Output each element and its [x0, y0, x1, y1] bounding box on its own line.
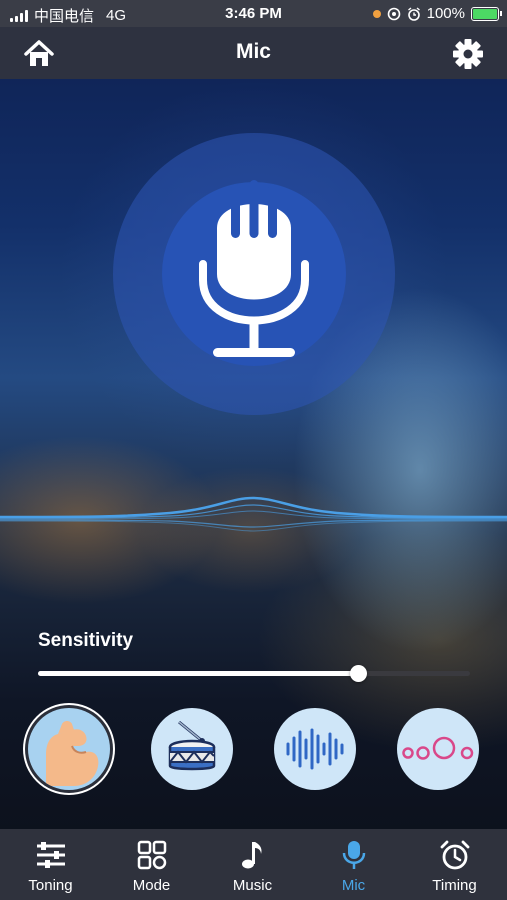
circles-icon: [402, 736, 474, 760]
grid-icon: [137, 840, 167, 870]
music-note-icon: [242, 842, 262, 869]
sound-wave-visual: [0, 496, 507, 532]
sliders-icon: [37, 842, 65, 868]
sensitivity-slider[interactable]: [38, 662, 470, 686]
battery-charging-icon: [471, 6, 502, 21]
battery-percent: 100%: [426, 5, 465, 22]
slider-thumb[interactable]: [349, 665, 367, 682]
alarm-icon: [407, 6, 420, 21]
sensitivity-label: Sensitivity: [38, 630, 134, 651]
sound-wave-icon: [286, 728, 344, 770]
tab-label: Toning: [28, 877, 73, 894]
drum-icon: [168, 720, 216, 771]
tab-timing[interactable]: Timing: [404, 829, 505, 900]
tab-music[interactable]: Music: [202, 829, 303, 900]
alarm-clock-icon: [440, 840, 470, 870]
tab-toning[interactable]: Toning: [0, 829, 101, 900]
slider-fill: [38, 671, 358, 676]
microphone-icon: [199, 180, 309, 357]
bottom-tab-bar: Toning Mode Music Mic Timing: [0, 829, 507, 900]
tab-mic[interactable]: Mic: [303, 829, 404, 900]
tab-mode[interactable]: Mode: [101, 829, 202, 900]
muscle-mode-button[interactable]: [28, 708, 110, 790]
mic-button[interactable]: [58, 78, 450, 470]
soundwave-mode-button[interactable]: [274, 708, 356, 790]
tab-label: Music: [232, 877, 273, 894]
orange-dot-icon: [372, 9, 381, 18]
microphone-icon: [342, 841, 366, 869]
status-bar: 中国电信 4G 3:46 PM 100%: [0, 0, 507, 27]
tab-label: Mode: [132, 877, 171, 894]
flexed-arm-icon: [46, 721, 99, 786]
header-bar: Mic: [0, 27, 507, 79]
location-lock-icon: [387, 7, 400, 20]
page-title: Mic: [235, 40, 271, 63]
drum-mode-button[interactable]: [151, 708, 233, 790]
gear-icon[interactable]: [451, 37, 485, 71]
bubbles-mode-button[interactable]: [397, 708, 479, 790]
tab-label: Timing: [432, 877, 477, 894]
tab-label: Mic: [341, 877, 366, 894]
